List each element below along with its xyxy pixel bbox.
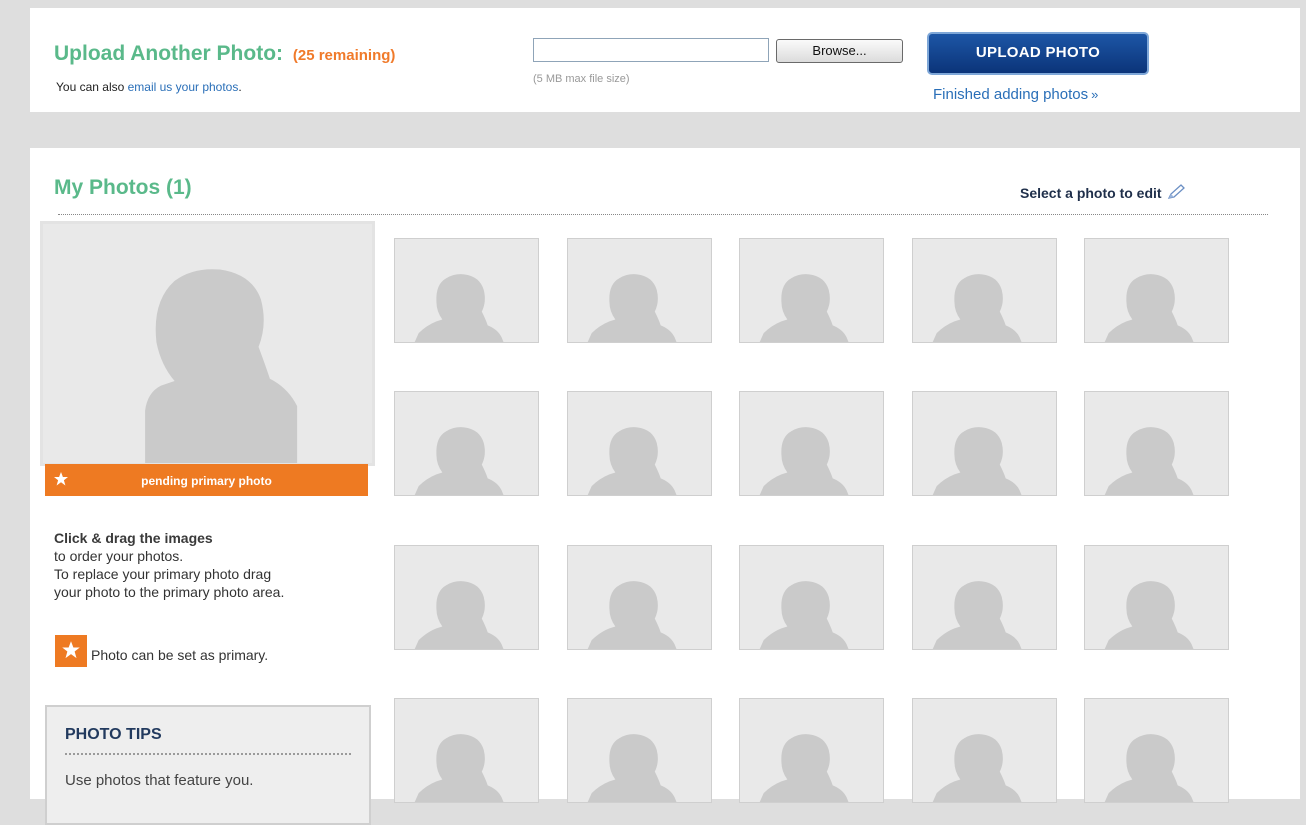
upload-panel: Upload Another Photo: (25 remaining) You… <box>30 8 1300 112</box>
empty-photo-slot[interactable] <box>912 391 1057 496</box>
empty-photo-slot[interactable] <box>1084 238 1229 343</box>
file-path-input[interactable] <box>533 38 769 62</box>
max-file-size-note: (5 MB max file size) <box>533 73 630 85</box>
silhouette-icon <box>395 546 538 649</box>
finished-link-text: Finished adding photos <box>933 86 1089 103</box>
primary-photo-label: pending primary photo <box>141 474 272 488</box>
drag-line-2: To replace your primary photo drag <box>54 566 272 582</box>
pencil-icon <box>1167 184 1185 199</box>
drag-instructions: Click & drag the images to order your ph… <box>54 529 284 601</box>
upload-subtext: You can also email us your photos. <box>56 80 242 94</box>
empty-photo-slot[interactable] <box>1084 698 1229 803</box>
empty-photo-slot[interactable] <box>1084 545 1229 650</box>
empty-photo-slot[interactable] <box>394 698 539 803</box>
silhouette-icon <box>740 392 883 495</box>
photo-tips-title: PHOTO TIPS <box>65 726 162 743</box>
legend-text: Photo can be set as primary. <box>91 647 269 663</box>
upload-sub-suffix: . <box>238 80 242 94</box>
photo-tips-box: PHOTO TIPS Use photos that feature you. <box>45 705 371 825</box>
empty-photo-slot[interactable] <box>739 545 884 650</box>
empty-photo-slot[interactable] <box>1084 391 1229 496</box>
drag-line-1: to order your photos. <box>54 548 184 564</box>
upload-photo-button[interactable]: UPLOAD PHOTO <box>927 32 1149 75</box>
silhouette-icon <box>395 239 538 342</box>
select-edit-text: Select a photo to edit <box>1020 185 1162 201</box>
empty-photo-slot[interactable] <box>912 238 1057 343</box>
silhouette-icon <box>740 239 883 342</box>
silhouette-icon <box>568 239 711 342</box>
browse-button[interactable]: Browse... <box>776 39 903 63</box>
empty-photo-slot[interactable] <box>394 391 539 496</box>
double-chevron-right-icon: » <box>1091 87 1099 102</box>
silhouette-icon <box>568 699 711 802</box>
empty-photo-slot[interactable] <box>739 238 884 343</box>
my-photos-panel: My Photos (1) Select a photo to edit pen… <box>30 148 1300 825</box>
silhouette-icon <box>740 546 883 649</box>
primary-photo-bar: pending primary photo <box>45 464 368 496</box>
silhouette-icon <box>1085 546 1228 649</box>
silhouette-icon <box>43 224 372 463</box>
empty-photo-slot[interactable] <box>394 238 539 343</box>
title-divider <box>58 214 1268 215</box>
primary-legend: Photo can be set as primary. <box>55 635 268 667</box>
top-strip <box>0 0 1306 8</box>
silhouette-icon <box>913 239 1056 342</box>
my-photos-title: My Photos (1) <box>54 176 192 199</box>
silhouette-icon <box>395 699 538 802</box>
empty-photo-slot[interactable] <box>567 698 712 803</box>
empty-photo-slot[interactable] <box>739 391 884 496</box>
photo-tip-1: Use photos that feature you. <box>65 772 254 789</box>
empty-photo-slot[interactable] <box>912 698 1057 803</box>
upload-title: Upload Another Photo: (25 remaining) <box>54 42 395 66</box>
silhouette-icon <box>1085 239 1228 342</box>
upload-sub-prefix: You can also <box>56 80 128 94</box>
tips-divider <box>65 753 351 755</box>
silhouette-icon <box>913 546 1056 649</box>
empty-photo-slot[interactable] <box>567 238 712 343</box>
empty-photo-slot[interactable] <box>912 545 1057 650</box>
empty-photo-slot[interactable] <box>567 545 712 650</box>
silhouette-icon <box>740 699 883 802</box>
star-badge-icon <box>55 635 87 667</box>
drag-line-3: your photo to the primary photo area. <box>54 584 285 600</box>
select-photo-to-edit: Select a photo to edit <box>1020 184 1186 201</box>
silhouette-icon <box>568 546 711 649</box>
remaining-count: (25 remaining) <box>292 47 396 64</box>
finished-adding-link[interactable]: Finished adding photos» <box>933 86 1098 103</box>
empty-photo-slot[interactable] <box>567 391 712 496</box>
silhouette-icon <box>568 392 711 495</box>
silhouette-icon <box>913 392 1056 495</box>
silhouette-icon <box>1085 392 1228 495</box>
upload-title-text: Upload Another Photo: <box>54 42 284 65</box>
drag-heading: Click & drag the images <box>54 530 213 546</box>
primary-photo-slot[interactable] <box>40 221 375 466</box>
empty-photo-slot[interactable] <box>739 698 884 803</box>
empty-photo-slot[interactable] <box>394 545 539 650</box>
silhouette-icon <box>395 392 538 495</box>
silhouette-icon <box>1085 699 1228 802</box>
silhouette-icon <box>913 699 1056 802</box>
email-photos-link[interactable]: email us your photos <box>128 80 239 94</box>
